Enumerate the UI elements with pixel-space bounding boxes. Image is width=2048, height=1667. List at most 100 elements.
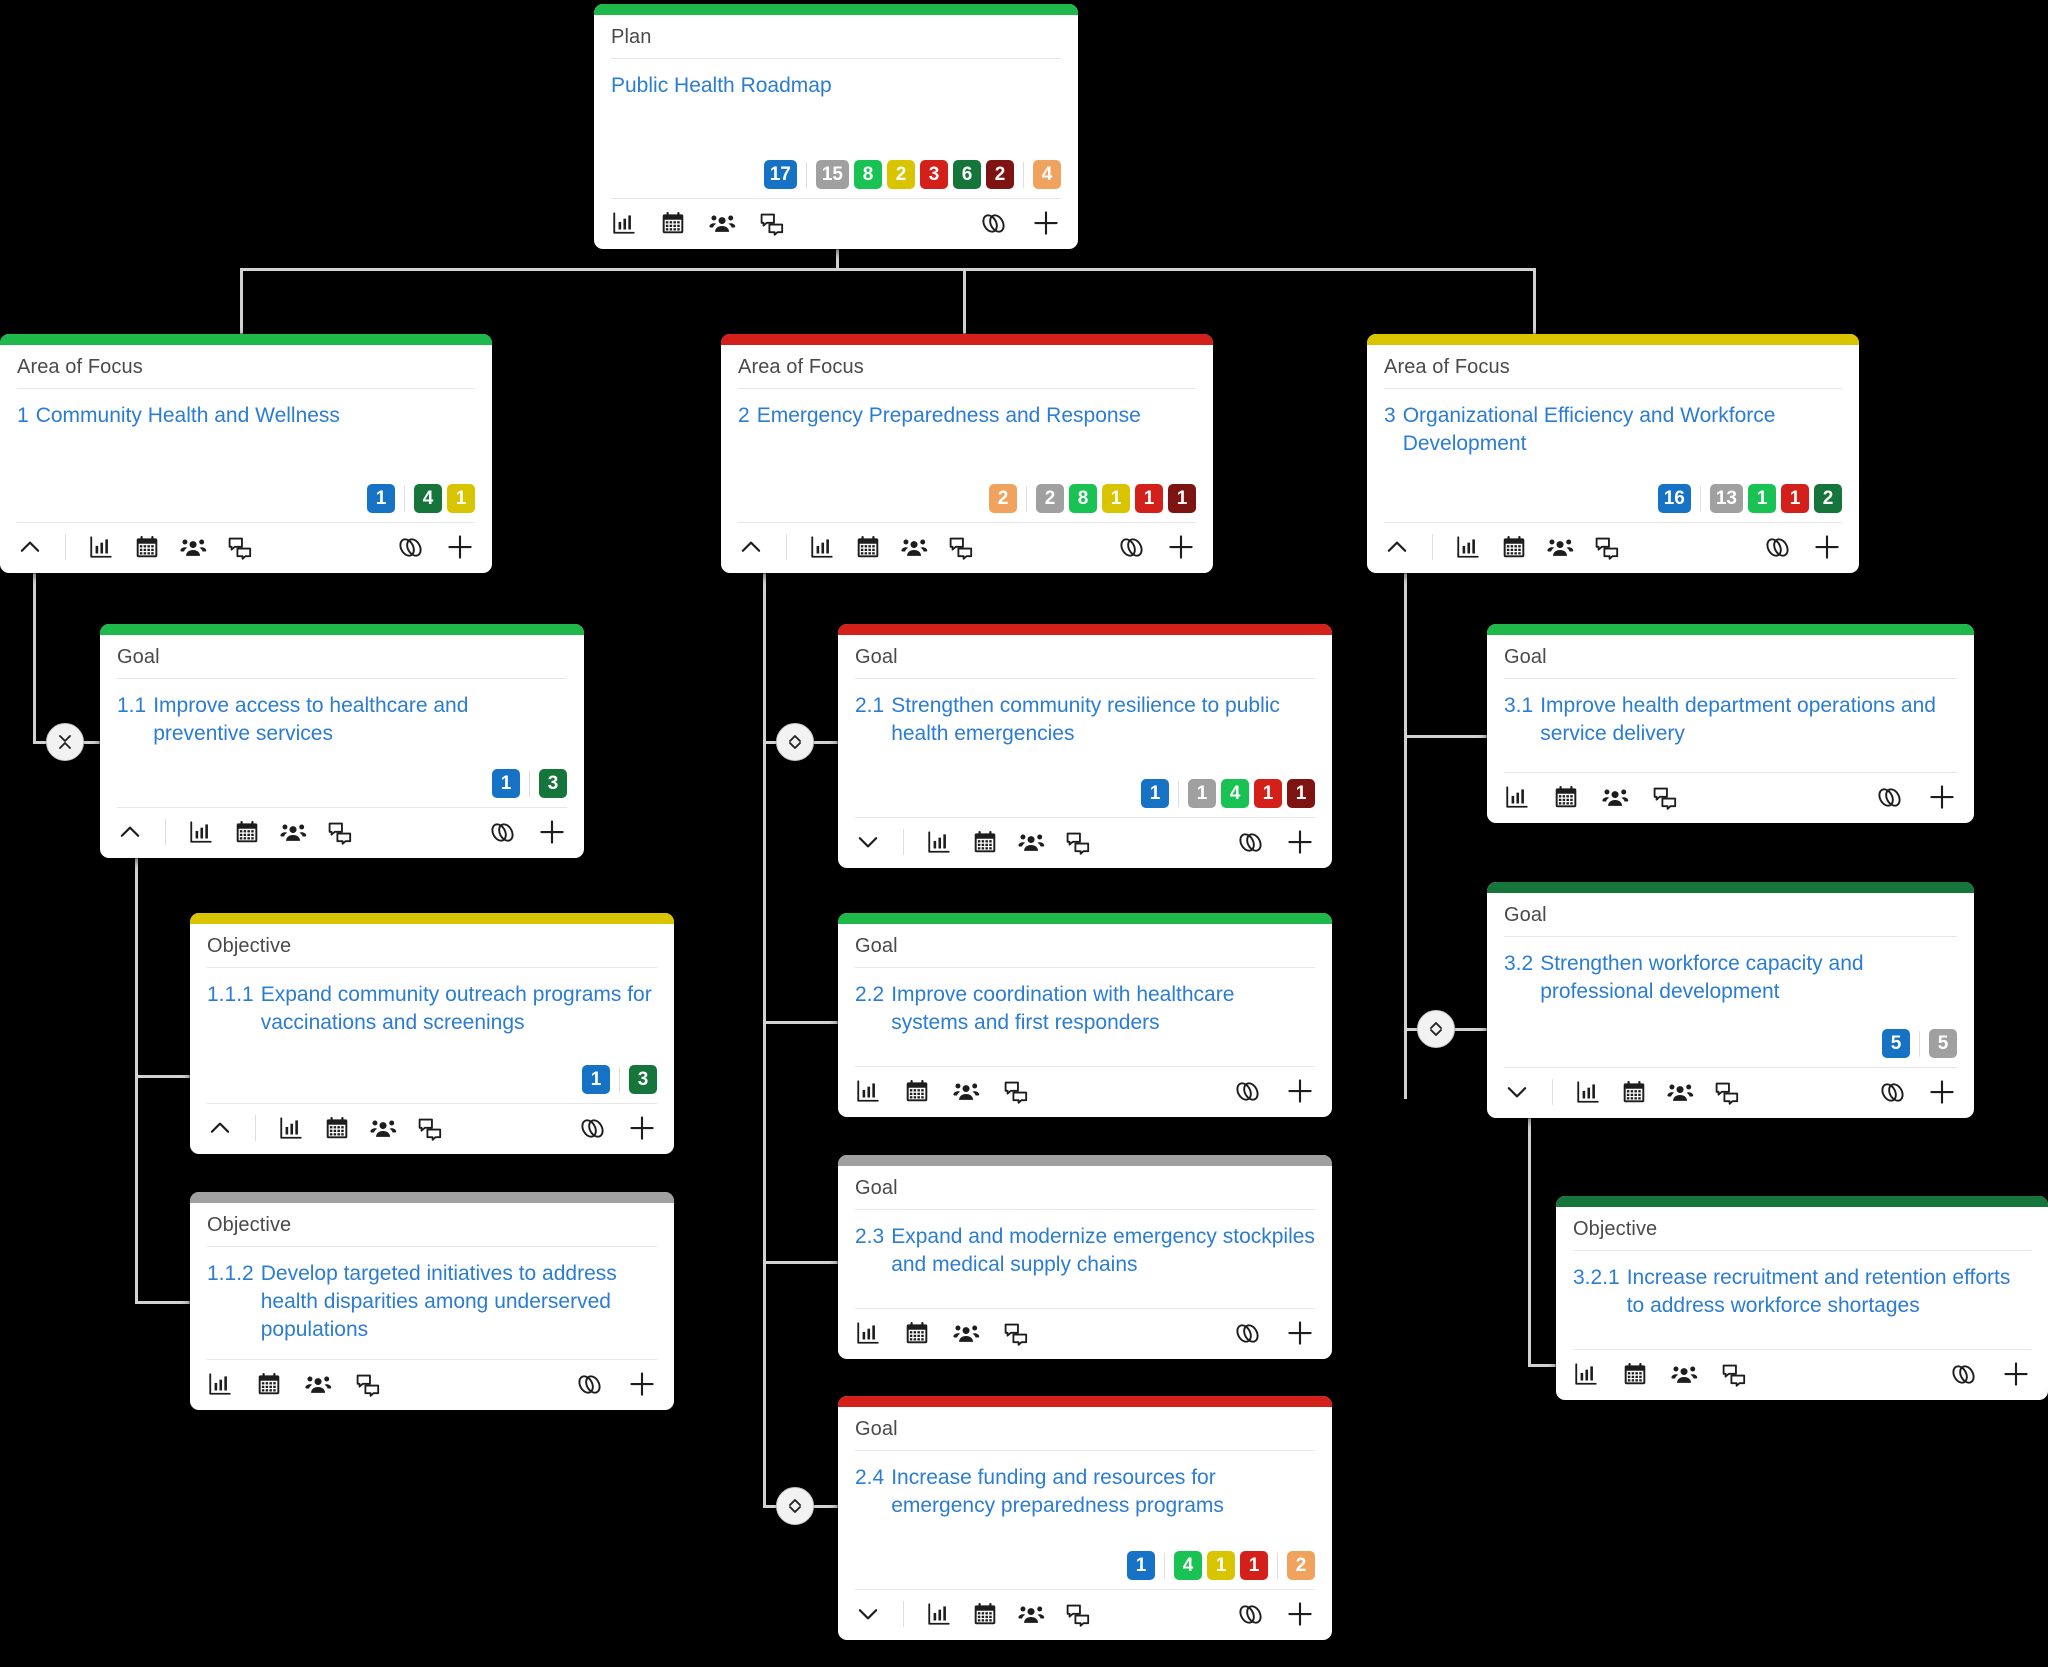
team-icon[interactable] <box>901 534 928 561</box>
card-goal-2-4[interactable]: Goal 2.4 Increase funding and resources fo… <box>838 1396 1332 1640</box>
card-objective-3-2-1[interactable]: Objective 3.2.1 Increase recruitment and r… <box>1556 1196 2048 1400</box>
bar-chart-icon[interactable] <box>926 1601 952 1627</box>
collapse-children-button[interactable] <box>117 819 143 845</box>
toggle-aof2-goal21[interactable] <box>776 723 814 761</box>
plus-icon[interactable] <box>1285 1076 1315 1106</box>
team-icon[interactable] <box>280 819 307 846</box>
team-icon[interactable] <box>1667 1079 1694 1106</box>
link-icon[interactable] <box>979 209 1008 238</box>
expand-children-button[interactable] <box>1504 1079 1530 1105</box>
team-icon[interactable] <box>1547 534 1574 561</box>
status-badge[interactable]: 4 <box>1221 779 1249 808</box>
status-badge[interactable]: 8 <box>1069 484 1097 513</box>
comments-icon[interactable] <box>1065 829 1091 855</box>
calendar-icon[interactable] <box>1621 1079 1647 1105</box>
expand-children-button[interactable] <box>855 1601 881 1627</box>
card-goal-2-3[interactable]: Goal 2.3 Expand and modernize emergency st… <box>838 1155 1332 1359</box>
status-badge[interactable]: 2 <box>1036 484 1064 513</box>
link-icon[interactable] <box>1233 1077 1262 1106</box>
team-icon[interactable] <box>305 1371 332 1398</box>
comments-icon[interactable] <box>1652 784 1678 810</box>
status-badge[interactable]: 3 <box>629 1065 657 1094</box>
plus-icon[interactable] <box>1927 782 1957 812</box>
card-objective-1-1-2[interactable]: Objective 1.1.2 Develop targeted initiativ… <box>190 1192 674 1410</box>
card-title-link[interactable]: 2.3 Expand and modernize emergency stockp… <box>855 1210 1315 1279</box>
card-area-of-focus-3[interactable]: Area of Focus 3 Organizational Efficiency … <box>1367 334 1859 573</box>
card-goal-1-1[interactable]: Goal 1.1 Improve access to healthcare and … <box>100 624 584 858</box>
status-badge[interactable]: 17 <box>763 160 797 189</box>
calendar-icon[interactable] <box>256 1371 282 1397</box>
toggle-aof2-goal24[interactable] <box>776 1487 814 1525</box>
status-badge[interactable]: 1 <box>1781 484 1809 513</box>
status-badge[interactable]: 8 <box>854 160 882 189</box>
card-title-link[interactable]: 3.2 Strengthen workforce capacity and pro… <box>1504 937 1957 1006</box>
link-icon[interactable] <box>578 1114 607 1143</box>
collapse-children-button[interactable] <box>207 1115 233 1141</box>
status-badge[interactable]: 6 <box>953 160 981 189</box>
link-icon[interactable] <box>1875 783 1904 812</box>
card-title-link[interactable]: 1.1 Improve access to healthcare and prev… <box>117 679 567 748</box>
card-area-of-focus-1[interactable]: Area of Focus 1 Community Health and Welln… <box>0 334 492 573</box>
status-badge[interactable]: 1 <box>1188 779 1216 808</box>
link-icon[interactable] <box>1236 828 1265 857</box>
status-badge[interactable]: 5 <box>1929 1029 1957 1058</box>
calendar-icon[interactable] <box>855 534 881 560</box>
calendar-icon[interactable] <box>904 1320 930 1346</box>
team-icon[interactable] <box>709 210 736 237</box>
card-goal-2-1[interactable]: Goal 2.1 Strengthen community resilience t… <box>838 624 1332 868</box>
calendar-icon[interactable] <box>904 1078 930 1104</box>
plus-icon[interactable] <box>1285 1599 1315 1629</box>
bar-chart-icon[interactable] <box>611 210 637 236</box>
bar-chart-icon[interactable] <box>1504 784 1530 810</box>
bar-chart-icon[interactable] <box>855 1078 881 1104</box>
team-icon[interactable] <box>1671 1361 1698 1388</box>
bar-chart-icon[interactable] <box>1455 534 1481 560</box>
bar-chart-icon[interactable] <box>278 1115 304 1141</box>
card-goal-3-2[interactable]: Goal 3.2 Strengthen workforce capacity and… <box>1487 882 1974 1118</box>
status-badge[interactable]: 1 <box>492 769 520 798</box>
status-badge[interactable]: 1 <box>1168 484 1196 513</box>
plus-icon[interactable] <box>445 532 475 562</box>
bar-chart-icon[interactable] <box>1575 1079 1601 1105</box>
plus-icon[interactable] <box>627 1369 657 1399</box>
status-badge[interactable]: 2 <box>1287 1551 1315 1580</box>
plus-icon[interactable] <box>627 1113 657 1143</box>
card-title-link[interactable]: 2.1 Strengthen community resilience to pu… <box>855 679 1315 748</box>
plus-icon[interactable] <box>1285 827 1315 857</box>
comments-icon[interactable] <box>227 534 253 560</box>
plus-icon[interactable] <box>537 817 567 847</box>
bar-chart-icon[interactable] <box>1573 1361 1599 1387</box>
bar-chart-icon[interactable] <box>207 1371 233 1397</box>
status-badge[interactable]: 16 <box>1657 484 1691 513</box>
team-icon[interactable] <box>953 1320 980 1347</box>
bar-chart-icon[interactable] <box>809 534 835 560</box>
bar-chart-icon[interactable] <box>926 829 952 855</box>
link-icon[interactable] <box>1117 533 1146 562</box>
status-badge[interactable]: 15 <box>815 160 849 189</box>
bar-chart-icon[interactable] <box>88 534 114 560</box>
collapse-children-button[interactable] <box>738 534 764 560</box>
collapse-children-button[interactable] <box>17 534 43 560</box>
status-badge[interactable]: 2 <box>989 484 1017 513</box>
link-icon[interactable] <box>488 818 517 847</box>
comments-icon[interactable] <box>948 534 974 560</box>
plus-icon[interactable] <box>1927 1077 1957 1107</box>
comments-icon[interactable] <box>417 1115 443 1141</box>
plus-icon[interactable] <box>1285 1318 1315 1348</box>
status-badge[interactable]: 1 <box>367 484 395 513</box>
card-objective-1-1-1[interactable]: Objective 1.1.1 Expand community outreach … <box>190 913 674 1154</box>
link-icon[interactable] <box>1233 1319 1262 1348</box>
expand-children-button[interactable] <box>855 829 881 855</box>
team-icon[interactable] <box>1018 1601 1045 1628</box>
calendar-icon[interactable] <box>234 819 260 845</box>
calendar-icon[interactable] <box>660 210 686 236</box>
card-title-link[interactable]: 3.1 Improve health department operations … <box>1504 679 1957 748</box>
status-badge[interactable]: 5 <box>1882 1029 1910 1058</box>
card-title-link[interactable]: 1.1.1 Expand community outreach programs … <box>207 968 657 1037</box>
comments-icon[interactable] <box>1721 1361 1747 1387</box>
card-area-of-focus-2[interactable]: Area of Focus 2 Emergency Preparedness and… <box>721 334 1213 573</box>
comments-icon[interactable] <box>1714 1079 1740 1105</box>
team-icon[interactable] <box>1602 784 1629 811</box>
link-icon[interactable] <box>1236 1600 1265 1629</box>
toggle-aof3-goal32[interactable] <box>1417 1010 1455 1048</box>
